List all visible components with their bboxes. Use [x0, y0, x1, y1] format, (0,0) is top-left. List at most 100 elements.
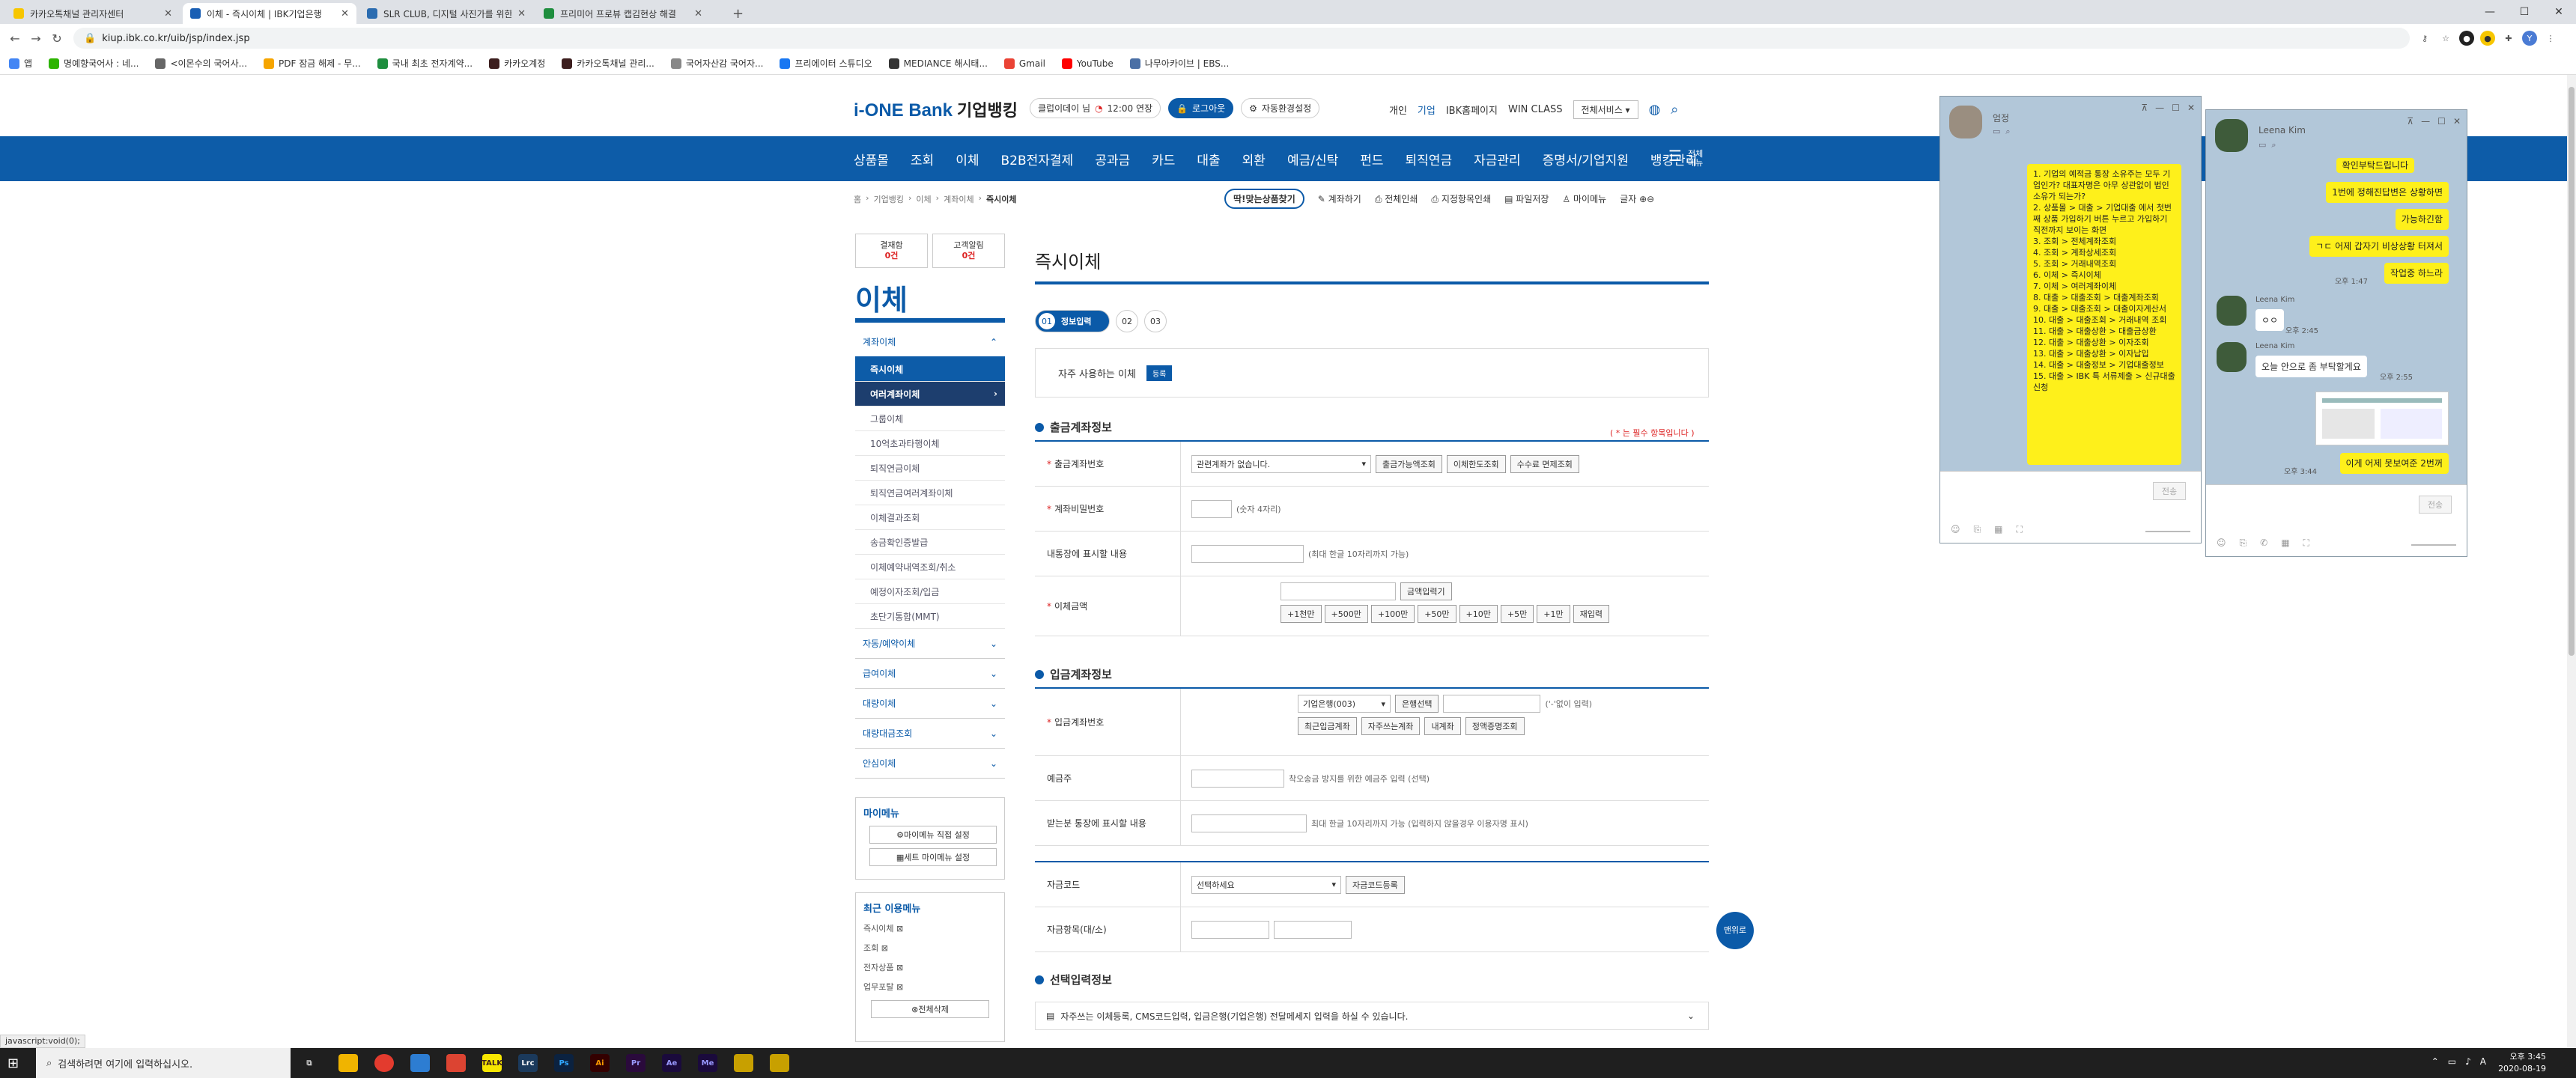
task-view-icon[interactable]: ⧉: [300, 1054, 319, 1072]
register-button[interactable]: 등록: [1146, 365, 1173, 381]
nav-item[interactable]: 조회: [911, 150, 934, 168]
link-personal[interactable]: 개인: [1389, 103, 1407, 117]
bookmark-apps[interactable]: 앱: [9, 57, 32, 70]
drawer-icon[interactable]: ▭: [2258, 140, 2266, 150]
scrollbar-thumb[interactable]: [2569, 87, 2575, 656]
edge-icon[interactable]: [410, 1054, 430, 1072]
amount-reset-button[interactable]: 재입력: [1573, 605, 1609, 623]
bookmark[interactable]: <이몬수의 국어사...: [155, 57, 247, 70]
key-icon[interactable]: ⚷: [2417, 31, 2432, 46]
avatar[interactable]: [2217, 296, 2247, 326]
maximize-icon[interactable]: ☐: [2507, 0, 2542, 24]
capture-icon[interactable]: ⛶: [2016, 524, 2022, 535]
avatar[interactable]: [2215, 119, 2248, 152]
recent-item[interactable]: 조회 ⊠: [863, 942, 997, 954]
sidebar-item[interactable]: 퇴직연금여러계좌이체: [855, 481, 1005, 505]
emoji-icon[interactable]: ☺: [2217, 538, 2226, 549]
notice-box[interactable]: 고객알림 0건: [932, 234, 1005, 268]
print-all-button[interactable]: ⎙ 전체인쇄: [1375, 192, 1418, 205]
save-file-button[interactable]: ▤ 파일저장: [1504, 192, 1549, 205]
sidebar-group[interactable]: 대량이체 ⌄: [855, 689, 1005, 719]
star-icon[interactable]: ☆: [2438, 31, 2453, 46]
volume-icon[interactable]: ♪: [2465, 1056, 2471, 1067]
amount-quick-button[interactable]: +5만: [1500, 605, 1534, 623]
all-menu-button[interactable]: ☰ 전체메뉴: [1668, 147, 1703, 168]
amount-quick-button[interactable]: +1천만: [1281, 605, 1322, 623]
amount-keypad-button[interactable]: 금액입력기: [1400, 582, 1452, 600]
drawer-icon[interactable]: ▭: [1993, 127, 2000, 136]
opacity-slider[interactable]: [2145, 531, 2190, 532]
photoshop-icon[interactable]: Ps: [554, 1054, 574, 1072]
opacity-slider[interactable]: [2411, 544, 2456, 546]
fund-code-select[interactable]: 선택하세요 ▾: [1191, 875, 1341, 894]
approval-box[interactable]: 결재함 0건: [855, 234, 928, 268]
pin-icon[interactable]: ⊼: [2141, 103, 2148, 113]
link-ibk-home[interactable]: IBK홈페이지: [1446, 103, 1498, 117]
sidebar-item[interactable]: 예정이자조회/입금: [855, 579, 1005, 604]
maximize-icon[interactable]: ☐: [2437, 116, 2446, 127]
globe-icon[interactable]: ◍: [1649, 102, 1661, 118]
nav-item[interactable]: 예금/신탁: [1287, 150, 1338, 168]
bank-select[interactable]: 기업은행(003) ▾: [1297, 695, 1391, 713]
close-icon[interactable]: ✕: [341, 8, 349, 19]
nav-item[interactable]: 외환: [1242, 150, 1266, 168]
after-effects-icon[interactable]: Ae: [662, 1054, 681, 1072]
attach-icon[interactable]: ⎘: [2240, 538, 2247, 549]
util-link[interactable]: ✎ 계좌하기: [1318, 192, 1361, 205]
chat-message[interactable]: ㅇㅇ: [2255, 309, 2285, 331]
holder-field[interactable]: [1191, 769, 1284, 788]
screenshot-thumbnail[interactable]: [2315, 392, 2449, 445]
nav-item[interactable]: 대출: [1197, 150, 1220, 168]
illustrator-icon[interactable]: Ai: [590, 1054, 610, 1072]
mymenu-direct-button[interactable]: ⚙ 마이메뉴 직접 설정: [869, 826, 997, 844]
my-account-button[interactable]: 내계좌: [1424, 717, 1461, 735]
logout-button[interactable]: 🔒 로그아웃: [1168, 98, 1234, 118]
chat-message[interactable]: 오늘 안으로 좀 부탁할게요: [2255, 356, 2367, 377]
close-window-icon[interactable]: ✕: [2542, 0, 2576, 24]
password-field[interactable]: [1191, 499, 1232, 518]
minimize-icon[interactable]: —: [2473, 0, 2507, 24]
chat-message[interactable]: 1번에 정해진답변은 상황하면: [2326, 182, 2449, 203]
delete-all-button[interactable]: ⊗ 전체삭제: [871, 1000, 989, 1018]
app-icon[interactable]: [446, 1054, 466, 1072]
font-size-control[interactable]: 글자 ⊕⊖: [1620, 192, 1654, 205]
search-icon[interactable]: ⌕: [1671, 102, 1678, 118]
maximize-icon[interactable]: ☐: [2172, 103, 2180, 113]
taskbar-search[interactable]: ⌕ 검색하려면 여기에 입력하십시오.: [36, 1048, 291, 1078]
extension-icon[interactable]: ●: [2459, 31, 2474, 46]
search-icon[interactable]: ⌕: [2271, 140, 2276, 150]
product-finder-button[interactable]: 딱!맞는상품찾기: [1224, 189, 1304, 209]
calendar-icon[interactable]: ▦: [2281, 538, 2289, 549]
browser-tab[interactable]: 카카오톡채널 관리자센터 ✕: [6, 3, 180, 24]
capture-icon[interactable]: ⛶: [2303, 538, 2309, 549]
optional-info-toggle[interactable]: ▤ 자주쓰는 이체등록, CMS코드입력, 입금은행(기업은행) 전달메세지 입…: [1035, 1002, 1709, 1030]
nav-item[interactable]: 증명서/기업지원: [1543, 150, 1629, 168]
close-icon[interactable]: ✕: [2453, 116, 2461, 127]
nav-item[interactable]: 공과금: [1095, 150, 1130, 168]
sidebar-item[interactable]: 이체예약내역조회/취소: [855, 555, 1005, 579]
link-win-class[interactable]: WIN CLASS: [1508, 104, 1563, 115]
search-icon[interactable]: ⌕: [2005, 127, 2010, 136]
sidebar-group-account-transfer[interactable]: 계좌이체 ⌃: [855, 327, 1005, 357]
windows-start-icon[interactable]: ⊞: [7, 1056, 19, 1071]
breadcrumb-item[interactable]: 이체: [916, 193, 931, 205]
limit-check-button[interactable]: 이체한도조회: [1446, 454, 1506, 473]
bookmark[interactable]: 프리에이터 스튜디오: [780, 57, 872, 70]
bookmark[interactable]: 명예향국어사 : 네...: [49, 57, 139, 70]
minimize-icon[interactable]: —: [2155, 103, 2164, 113]
forward-icon[interactable]: →: [25, 31, 46, 46]
emoji-icon[interactable]: ☺: [1951, 524, 1960, 535]
sidebar-item-multi[interactable]: 여러계좌이체 ›: [855, 382, 1005, 406]
puzzle-icon[interactable]: ✚: [2501, 31, 2516, 46]
scroll-top-button[interactable]: 맨위로: [1716, 912, 1754, 949]
send-button[interactable]: 전송: [2419, 496, 2452, 514]
attach-icon[interactable]: ⎘: [1974, 524, 1981, 535]
nav-item[interactable]: 상품몰: [854, 150, 889, 168]
browser-tab[interactable]: 프리미어 프로뷰 캡김현상 해결 ✕: [536, 3, 710, 24]
minimize-icon[interactable]: —: [2421, 116, 2430, 127]
file-explorer-icon[interactable]: [338, 1054, 358, 1072]
calendar-icon[interactable]: ▦: [1994, 524, 2002, 535]
mymenu-button[interactable]: ♙ 마이메뉴: [1562, 192, 1606, 205]
chat-message[interactable]: 확인부탁드립니다: [2336, 158, 2414, 173]
print-selected-button[interactable]: ⎙ 지정항목인쇄: [1431, 192, 1491, 205]
